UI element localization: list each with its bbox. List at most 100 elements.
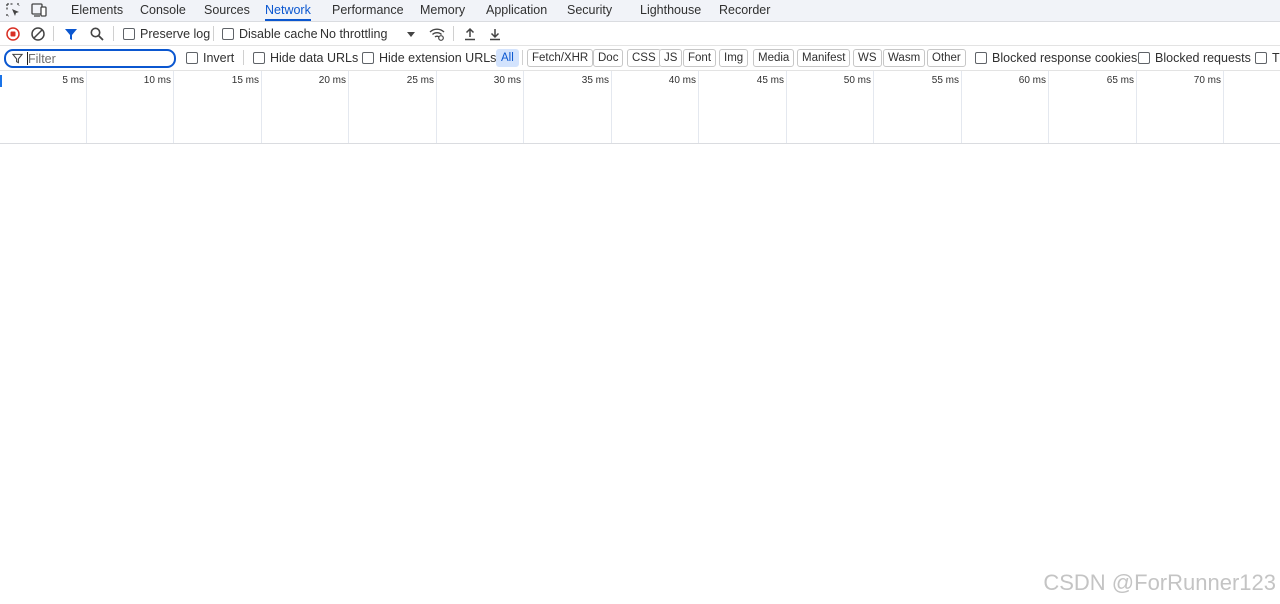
tab-performance[interactable]: Performance: [332, 0, 404, 21]
tab-memory[interactable]: Memory: [420, 0, 465, 21]
import-har-icon[interactable]: [462, 25, 478, 42]
timeline-tick-label: 5 ms: [62, 75, 84, 86]
filter-bar: Filter Invert Hide data URLs Hide extens…: [0, 46, 1280, 71]
tab-lighthouse[interactable]: Lighthouse: [640, 0, 701, 21]
filter-divider: [243, 50, 244, 65]
toolbar-divider: [53, 26, 54, 41]
checkbox-box[interactable]: [975, 51, 987, 64]
timeline-gridline: [348, 71, 349, 143]
type-filter-ws[interactable]: WS: [853, 49, 882, 67]
checkbox-box[interactable]: [222, 27, 234, 40]
timeline-gridline: [1136, 71, 1137, 143]
tab-elements[interactable]: Elements: [71, 0, 123, 21]
tab-security[interactable]: Security: [567, 0, 612, 21]
blocked-response-cookies-label: Blocked response cookies: [992, 50, 1138, 65]
inspect-element-icon[interactable]: [5, 2, 23, 18]
timeline-start-marker: [0, 75, 2, 87]
hide-extension-urls-checkbox[interactable]: Hide extension URLs: [362, 49, 496, 66]
blocked-response-cookies-checkbox[interactable]: Blocked response cookies: [975, 49, 1137, 66]
type-filter-js[interactable]: JS: [659, 49, 683, 67]
filter-funnel-icon: [12, 53, 23, 64]
hide-extension-urls-label: Hide extension URLs: [379, 50, 497, 65]
throttling-select[interactable]: No throttling: [320, 25, 387, 42]
timeline-gridline: [611, 71, 612, 143]
timeline-tick-label: 45 ms: [756, 75, 784, 86]
timeline-tick-label: 50 ms: [843, 75, 871, 86]
timeline-tick-label: 20 ms: [318, 75, 346, 86]
preserve-log-label: Preserve log: [140, 26, 211, 41]
timeline-tick-label: 40 ms: [668, 75, 696, 86]
type-filter-doc[interactable]: Doc: [593, 49, 624, 67]
type-filter-img[interactable]: Img: [719, 49, 749, 67]
disable-cache-checkbox[interactable]: Disable cache: [222, 25, 318, 42]
filter-funnel-icon[interactable]: [63, 25, 79, 42]
type-filter-other[interactable]: Other: [927, 49, 966, 67]
invert-label: Invert: [203, 50, 235, 65]
tab-application[interactable]: Application: [486, 0, 547, 21]
devtools-tab-bar: Elements Console Sources Network Perform…: [0, 0, 1280, 22]
network-conditions-icon[interactable]: [428, 25, 446, 42]
type-filter-media[interactable]: Media: [753, 49, 795, 67]
timeline-gridline: [1223, 71, 1224, 143]
clear-icon[interactable]: [30, 25, 46, 42]
checkbox-box[interactable]: [1255, 51, 1267, 64]
timeline-gridline: [261, 71, 262, 143]
preserve-log-checkbox[interactable]: Preserve log: [123, 25, 210, 42]
tab-sources[interactable]: Sources: [204, 0, 250, 21]
type-filter-manifest[interactable]: Manifest: [797, 49, 851, 67]
toolbar-divider: [113, 26, 114, 41]
throttling-value: No throttling: [320, 26, 388, 41]
type-filter-font[interactable]: Font: [683, 49, 717, 67]
timeline-tick-label: 25 ms: [406, 75, 434, 86]
type-filter-fetch-xhr[interactable]: Fetch/XHR: [527, 49, 594, 67]
timeline-gridline: [1048, 71, 1049, 143]
blocked-requests-label: Blocked requests: [1155, 50, 1251, 65]
device-toolbar-icon[interactable]: [30, 2, 48, 18]
timeline-tick-label: 10 ms: [143, 75, 171, 86]
filter-input[interactable]: Filter: [4, 49, 176, 68]
timeline-gridline: [86, 71, 87, 143]
type-filter-all[interactable]: All: [496, 49, 519, 67]
third-party-checkbox[interactable]: Th: [1255, 49, 1280, 66]
timeline-tick-label: 60 ms: [1018, 75, 1046, 86]
timeline-tick-label: 65 ms: [1106, 75, 1134, 86]
timeline-tick-label: 55 ms: [931, 75, 959, 86]
timeline-gridline: [523, 71, 524, 143]
watermark: CSDN @ForRunner123: [1043, 570, 1276, 595]
export-har-icon[interactable]: [487, 25, 503, 42]
network-toolbar: Preserve log Disable cache No throttling: [0, 22, 1280, 46]
timeline-overview[interactable]: 5 ms 10 ms 15 ms 20 ms 25 ms 30 ms 35 ms 40 ms 4…: [0, 71, 1280, 144]
filter-divider: [522, 50, 523, 65]
chevron-down-icon[interactable]: [406, 25, 416, 42]
checkbox-box[interactable]: [186, 51, 198, 64]
invert-checkbox[interactable]: Invert: [186, 49, 234, 66]
blocked-requests-checkbox[interactable]: Blocked requests: [1138, 49, 1251, 66]
timeline-gridline: [786, 71, 787, 143]
tab-recorder[interactable]: Recorder: [719, 0, 770, 21]
timeline-gridline: [961, 71, 962, 143]
checkbox-box[interactable]: [1138, 51, 1150, 64]
timeline-gridline: [873, 71, 874, 143]
checkbox-box[interactable]: [253, 51, 265, 64]
timeline-gridline: [436, 71, 437, 143]
hide-data-urls-checkbox[interactable]: Hide data URLs: [253, 49, 358, 66]
search-icon[interactable]: [89, 25, 105, 42]
timeline-gridline: [173, 71, 174, 143]
third-party-label: Th: [1272, 50, 1280, 65]
timeline-tick-label: 35 ms: [581, 75, 609, 86]
record-stop-icon[interactable]: [5, 25, 21, 42]
checkbox-box[interactable]: [123, 27, 135, 40]
checkbox-box[interactable]: [362, 51, 374, 64]
tab-console[interactable]: Console: [140, 0, 186, 21]
timeline-tick-label: 70 ms: [1193, 75, 1221, 86]
type-filter-css[interactable]: CSS: [627, 49, 661, 67]
tab-network[interactable]: Network: [265, 0, 311, 21]
filter-placeholder: Filter: [28, 52, 56, 66]
type-filter-wasm[interactable]: Wasm: [883, 49, 926, 67]
toolbar-divider: [453, 26, 454, 41]
hide-data-urls-label: Hide data URLs: [270, 50, 359, 65]
timeline-tick-label: 30 ms: [493, 75, 521, 86]
toolbar-divider: [213, 26, 214, 41]
timeline-tick-label: 15 ms: [231, 75, 259, 86]
disable-cache-label: Disable cache: [239, 26, 318, 41]
